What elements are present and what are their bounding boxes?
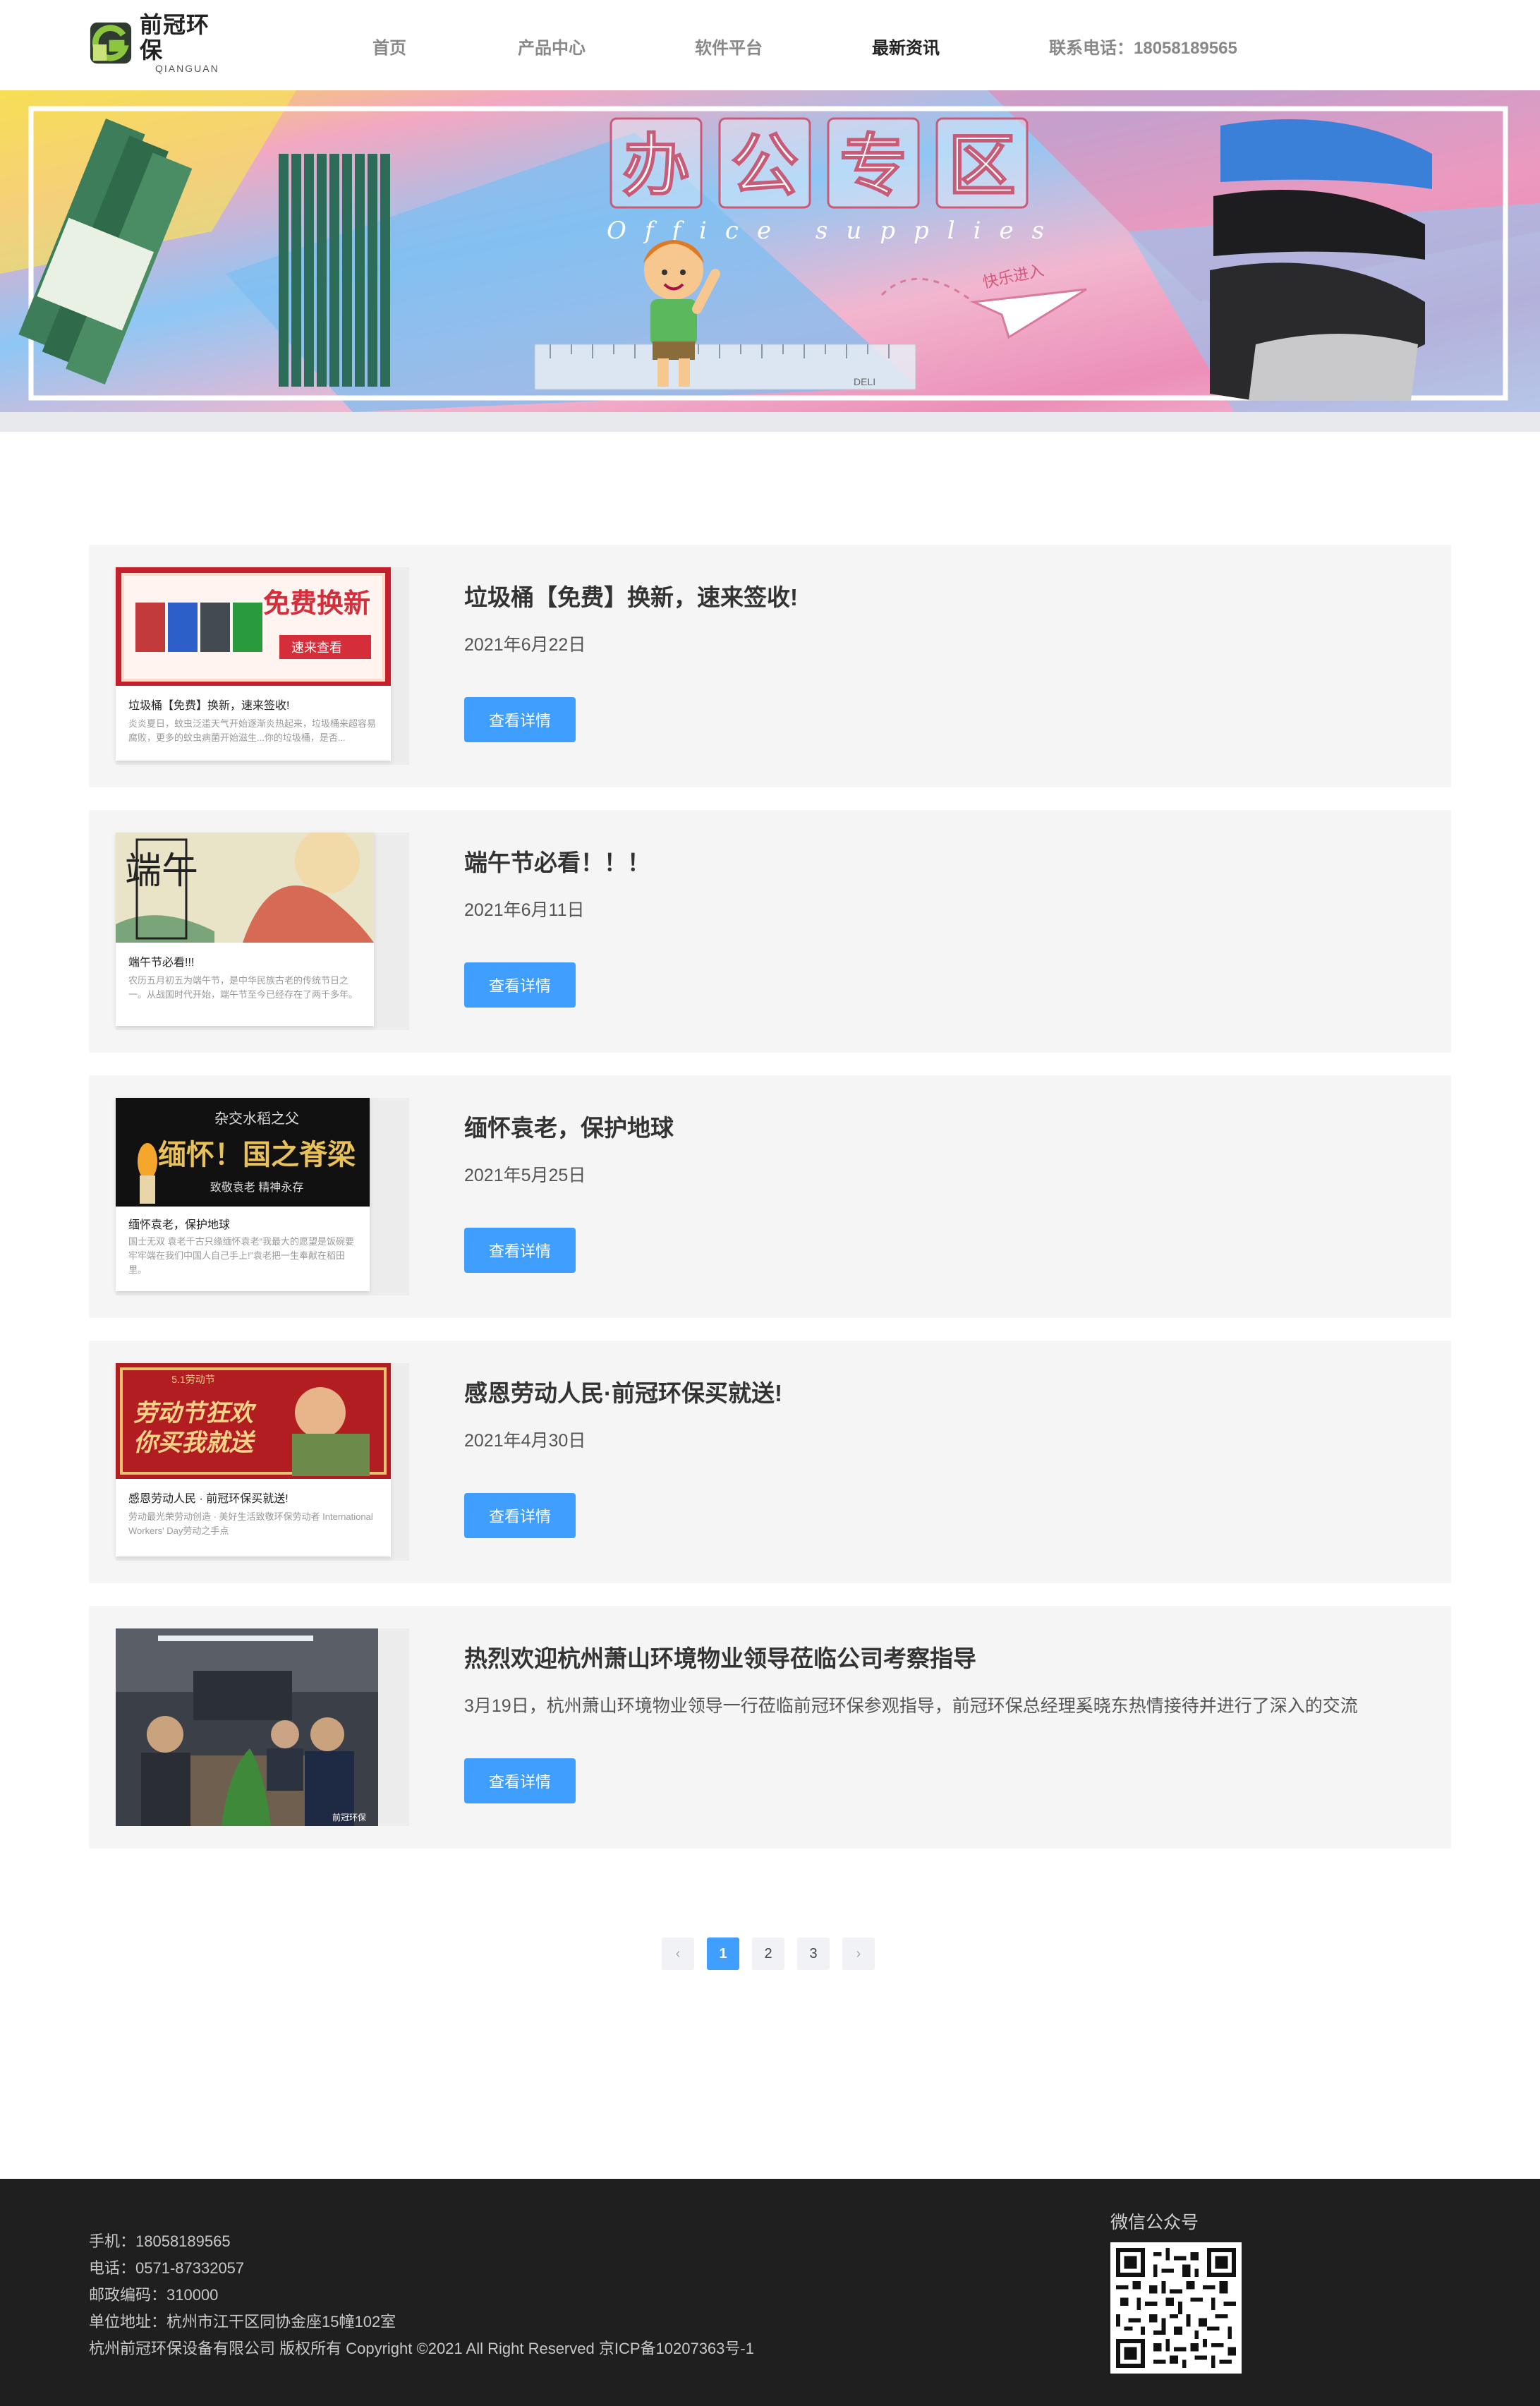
news-date: 2021年6月11日: [464, 900, 585, 920]
news-thumb-4[interactable]: 5.1劳动节 劳动节狂欢 你买我就送 感恩劳动人民 · 前冠环保买就送! 劳动最…: [116, 1363, 409, 1561]
nav-products[interactable]: 产品中心: [518, 34, 586, 59]
thumb-4-banner-sub: 你买我就送: [133, 1429, 256, 1456]
qr-code-icon: [1116, 2248, 1236, 2368]
footer-postcode: 邮政编码：310000: [89, 2286, 219, 2304]
news-item-3[interactable]: 杂交水稻之父 缅怀！国之脊梁 致敬袁老 精神永存 缅怀袁老，保护地球 国士无双 …: [89, 1075, 1451, 1318]
view-details-button[interactable]: 查看详情: [464, 1758, 576, 1803]
nav-phone: 联系电话：18058189565: [1049, 39, 1237, 58]
logo-icon: [90, 22, 132, 64]
news-date: 2021年6月22日: [464, 635, 586, 655]
view-details-button[interactable]: 查看详情: [464, 697, 576, 742]
news-thumb-3[interactable]: 杂交水稻之父 缅怀！国之脊梁 致敬袁老 精神永存 缅怀袁老，保护地球 国士无双 …: [116, 1098, 409, 1295]
dragon-boat-image: 端午: [116, 833, 374, 943]
logo[interactable]: 前冠环保 QIANGUAN: [89, 12, 230, 74]
site-footer: 手机：18058189565 电话：0571-87332057 邮政编码：310…: [0, 2179, 1540, 2406]
thumb-caption: 感恩劳动人民 · 前冠环保买就送!: [128, 1493, 289, 1505]
view-details-button[interactable]: 查看详情: [464, 1228, 576, 1273]
office-supplies-banner[interactable]: 办 公 专 区 Office supplies DELI 快乐进入: [0, 90, 1540, 412]
thumb-description: 劳动最光荣劳动创造 · 美好生活致敬环保劳动者 International Wo…: [128, 1511, 373, 1536]
thumb-1-banner-text: 免费换新: [263, 589, 370, 619]
thumb-3-banner-top: 杂交水稻之父: [214, 1111, 299, 1127]
news-title[interactable]: 感恩劳动人民·前冠环保买就送!: [464, 1374, 782, 1408]
thumb-description: 炎炎夏日，蚊虫泛滥天气开始逐渐炎热起来，垃圾桶来超容易腐败，更多的蚊虫病菌开始滋…: [128, 718, 377, 743]
view-details-button[interactable]: 查看详情: [464, 1493, 576, 1538]
banner-title-char-3: 专: [839, 128, 907, 204]
thumb-description: 国士无双 袁老千古只缘缅怀袁老“我最大的愿望是饭碗要牢牢端在我们中国人自己手上!…: [128, 1236, 354, 1275]
news-thumb-1[interactable]: 免费换新 速来查看 垃圾桶【免费】换新，速来签收! 炎炎夏日，蚊虫泛滥天气开始逐…: [116, 567, 409, 765]
thumb-caption: 端午节必看!!!: [128, 957, 195, 969]
news-title[interactable]: 垃圾桶【免费】换新，速来签收!: [464, 579, 798, 612]
pagination: ‹ 1 2 3 ›: [662, 1938, 875, 1970]
next-page-button[interactable]: ›: [842, 1938, 875, 1970]
thumb-4-banner-text: 劳动节狂欢: [133, 1400, 257, 1427]
memorial-image: 杂交水稻之父 缅怀！国之脊梁 致敬袁老 精神永存: [116, 1098, 370, 1207]
view-details-button[interactable]: 查看详情: [464, 962, 576, 1008]
news-date: 2021年4月30日: [464, 1431, 586, 1451]
nav-software[interactable]: 软件平台: [695, 34, 763, 59]
thumb-caption: 缅怀袁老，保护地球: [128, 1219, 231, 1231]
thumb-description: 农历五月初五为端午节，是中华民族古老的传统节日之一。从战国时代开始，端午节至今已…: [128, 975, 358, 1000]
trash-bins-image: 免费换新 速来查看: [116, 567, 391, 686]
news-item-2[interactable]: 端午 端午节必看!!! 农历五月初五为端午节，是中华民族古老的传统节日之一。从战…: [89, 810, 1451, 1053]
news-date: 2021年5月25日: [464, 1166, 586, 1185]
news-thumb-2[interactable]: 端午 端午节必看!!! 农历五月初五为端午节，是中华民族古老的传统节日之一。从战…: [116, 833, 409, 1030]
footer-mobile: 手机：18058189565: [89, 2232, 231, 2250]
nav-home[interactable]: 首页: [372, 34, 406, 59]
thumb-3-banner-sub: 致敬袁老 精神永存: [210, 1181, 303, 1194]
news-thumb-5[interactable]: 前冠环保: [116, 1628, 409, 1826]
footer-address: 单位地址：杭州市江干区同协金座15幢102室: [89, 2313, 396, 2331]
prev-page-button[interactable]: ‹: [662, 1938, 694, 1970]
banner-title-char-1: 办: [622, 128, 690, 204]
ruler-brand: DELI: [854, 376, 875, 387]
page-1-button[interactable]: 1: [707, 1938, 739, 1970]
banner-shadow-strip: [0, 412, 1540, 432]
banner-title-char-2: 公: [731, 128, 799, 204]
footer-contact-info: 手机：18058189565 电话：0571-87332057 邮政编码：310…: [89, 2228, 754, 2362]
footer-copyright: 杭州前冠环保设备有限公司 版权所有 Copyright ©2021 All Ri…: [89, 2340, 754, 2357]
wechat-title: 微信公众号: [1110, 2213, 1199, 2232]
news-title[interactable]: 热烈欢迎杭州萧山环境物业领导莅临公司考察指导: [464, 1640, 976, 1674]
logo-name-en: QIANGUAN: [155, 63, 219, 74]
wechat-qr-code: [1110, 2242, 1242, 2374]
site-header: 前冠环保 QIANGUAN 首页 产品中心 软件平台 最新资讯 联系电话：180…: [0, 0, 1540, 90]
news-item-5[interactable]: 前冠环保 热烈欢迎杭州萧山环境物业领导莅临公司考察指导 3月19日，杭州萧山环境…: [89, 1606, 1451, 1849]
thumb-2-banner-text: 端午: [125, 850, 198, 893]
labor-day-image: 5.1劳动节 劳动节狂欢 你买我就送: [116, 1363, 391, 1479]
page-2-button[interactable]: 2: [752, 1938, 784, 1970]
photo-watermark: 前冠环保: [332, 1812, 366, 1822]
news-title[interactable]: 端午节必看！！！: [464, 844, 650, 878]
thumb-3-banner-text: 缅怀！国之脊梁: [158, 1138, 356, 1171]
banner-artwork: 办 公 专 区 Office supplies DELI 快乐进入: [0, 90, 1540, 412]
thumb-caption: 垃圾桶【免费】换新，速来签收!: [128, 700, 290, 712]
news-summary: 3月19日，杭州萧山环境物业领导一行莅临前冠环保参观指导，前冠环保总经理奚晓东热…: [464, 1696, 1358, 1716]
news-item-4[interactable]: 5.1劳动节 劳动节狂欢 你买我就送 感恩劳动人民 · 前冠环保买就送! 劳动最…: [89, 1341, 1451, 1583]
meeting-photo: 前冠环保: [116, 1628, 378, 1826]
footer-tel: 电话：0571-87332057: [89, 2259, 245, 2277]
thumb-4-banner-top: 5.1劳动节: [171, 1374, 214, 1385]
banner-title-char-4: 区: [948, 128, 1016, 204]
news-title[interactable]: 缅怀袁老，保护地球: [464, 1109, 674, 1143]
news-item-1[interactable]: 免费换新 速来查看 垃圾桶【免费】换新，速来签收! 炎炎夏日，蚊虫泛滥天气开始逐…: [89, 545, 1451, 787]
nav-news[interactable]: 最新资讯: [872, 34, 940, 59]
logo-name-cn: 前冠环保: [140, 12, 210, 63]
page-3-button[interactable]: 3: [797, 1938, 830, 1970]
thumb-1-banner-sub: 速来查看: [291, 641, 342, 655]
